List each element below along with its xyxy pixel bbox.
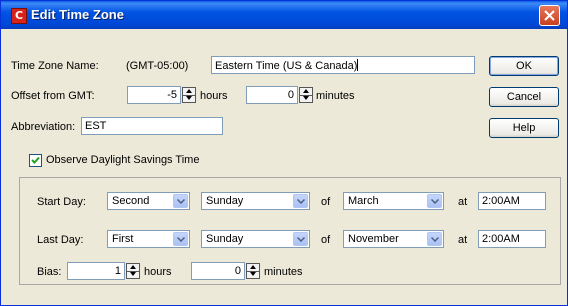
spin-down-icon[interactable]	[183, 95, 195, 102]
offset-hours-label: hours	[200, 90, 228, 102]
window-title: Edit Time Zone	[31, 7, 124, 22]
offset-from-gmt-label: Offset from GMT:	[11, 90, 95, 102]
checkmark-icon	[31, 156, 40, 164]
abbreviation-label: Abbreviation:	[11, 121, 76, 133]
time-zone-name-input[interactable]: Eastern Time (US & Canada)	[211, 56, 475, 74]
bias-label: Bias:	[37, 266, 62, 278]
bias-minutes-label: minutes	[264, 266, 303, 278]
ok-button[interactable]: OK	[489, 56, 559, 76]
last-of-label: of	[321, 234, 331, 246]
observe-dst-checkbox[interactable]	[29, 154, 42, 167]
last-weekday-value: Sunday	[206, 233, 244, 245]
dropdown-arrow-icon[interactable]	[293, 194, 308, 208]
spin-down-icon[interactable]	[247, 271, 259, 278]
dropdown-arrow-icon[interactable]	[173, 194, 188, 208]
abbreviation-input[interactable]: EST	[81, 117, 223, 135]
text-caret	[357, 59, 359, 71]
start-of-label: of	[321, 196, 331, 208]
spin-down-icon[interactable]	[127, 271, 139, 278]
offset-hours-spinner[interactable]	[182, 87, 196, 103]
last-at-label: at	[458, 234, 468, 246]
close-button[interactable]	[539, 5, 560, 26]
offset-minutes-spinner[interactable]	[299, 87, 313, 103]
start-time-input[interactable]: 2:00AM	[478, 192, 546, 210]
gmt-offset-prefix: (GMT-05:00)	[126, 60, 189, 72]
bias-minutes-spinner[interactable]	[246, 263, 260, 279]
last-time-input[interactable]: 2:00AM	[478, 230, 546, 248]
title-bar[interactable]: C Edit Time Zone	[1, 1, 567, 29]
dropdown-arrow-icon[interactable]	[427, 194, 442, 208]
last-week-select[interactable]: First	[107, 230, 190, 248]
edit-time-zone-dialog: C Edit Time Zone Time Zone Name: (GMT-05…	[0, 0, 568, 306]
offset-minutes-input[interactable]: 0	[246, 86, 298, 104]
app-icon-letter: C	[14, 9, 24, 22]
observe-dst-label[interactable]: Observe Daylight Savings Time	[46, 154, 199, 166]
last-day-label: Last Day:	[37, 234, 84, 246]
dropdown-arrow-icon[interactable]	[293, 232, 308, 246]
start-weekday-select[interactable]: Sunday	[201, 192, 310, 210]
time-zone-name-value: Eastern Time (US & Canada)	[215, 60, 358, 72]
offset-hours-input[interactable]: -5	[127, 86, 181, 104]
last-weekday-select[interactable]: Sunday	[201, 230, 310, 248]
last-month-value: November	[348, 233, 399, 245]
start-day-label: Start Day:	[37, 196, 86, 208]
start-weekday-value: Sunday	[206, 195, 244, 207]
spin-down-icon[interactable]	[300, 95, 312, 102]
time-zone-name-label: Time Zone Name:	[11, 60, 99, 72]
start-week-select[interactable]: Second	[107, 192, 190, 210]
start-week-value: Second	[112, 195, 150, 207]
offset-minutes-label: minutes	[316, 90, 355, 102]
cancel-button[interactable]: Cancel	[489, 87, 559, 107]
help-button[interactable]: Help	[489, 118, 559, 138]
bias-hours-input[interactable]: 1	[67, 262, 125, 280]
start-month-value: March	[348, 195, 379, 207]
app-icon: C	[11, 8, 27, 24]
dropdown-arrow-icon[interactable]	[173, 232, 188, 246]
last-month-select[interactable]: November	[343, 230, 444, 248]
bias-hours-label: hours	[144, 266, 172, 278]
bias-minutes-input[interactable]: 0	[191, 262, 245, 280]
start-at-label: at	[458, 196, 468, 208]
start-month-select[interactable]: March	[343, 192, 444, 210]
dropdown-arrow-icon[interactable]	[427, 232, 442, 246]
close-icon	[544, 10, 555, 21]
bias-hours-spinner[interactable]	[126, 263, 140, 279]
last-week-value: First	[112, 233, 134, 245]
